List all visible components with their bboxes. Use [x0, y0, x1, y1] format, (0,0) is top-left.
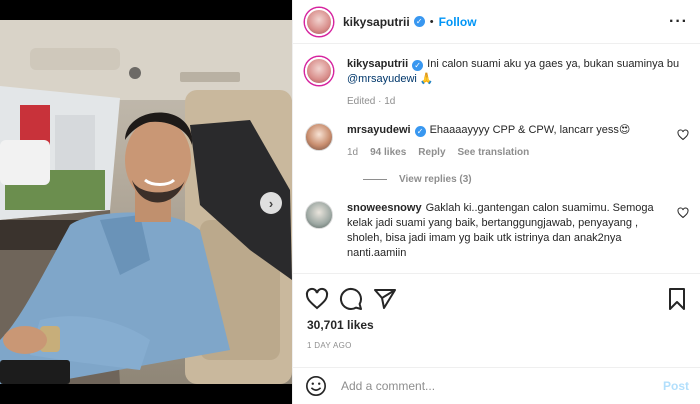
caption-avatar[interactable]: [305, 57, 333, 85]
share-icon[interactable]: [373, 287, 397, 311]
author-username[interactable]: kikysaputrii: [343, 15, 410, 29]
post-comment-button[interactable]: Post: [663, 379, 689, 393]
comment-icon[interactable]: [339, 287, 363, 311]
comment-time: 1d: [347, 147, 359, 158]
add-comment-bar: Post: [293, 367, 700, 403]
see-translation-button[interactable]: See translation: [458, 145, 530, 160]
comment-likes[interactable]: 94 likes: [370, 145, 406, 160]
replies-divider: [363, 179, 387, 180]
next-arrow-icon: ›: [268, 195, 274, 211]
caption-meta: Edited · 1d: [347, 94, 689, 109]
author-avatar[interactable]: [305, 7, 333, 36]
caption-username[interactable]: kikysaputrii: [347, 58, 408, 70]
commenter-avatar[interactable]: [305, 123, 333, 151]
view-replies-label: View replies (3): [399, 174, 472, 185]
more-options-icon[interactable]: ···: [669, 13, 688, 31]
comment-item: mrsayudewi ✓ Ehaaaayyyy CPP & CPW, lancarr…: [305, 123, 689, 160]
emoji-icon[interactable]: [305, 375, 327, 397]
caption-mention-link[interactable]: @mrsayudewi: [347, 73, 417, 85]
heart-icon[interactable]: [677, 207, 689, 219]
post-actions-section: 30,701 likes 1 DAY AGO Post: [293, 273, 700, 403]
heart-icon[interactable]: [305, 287, 329, 311]
car-interior-photo: [0, 20, 292, 384]
comment-input[interactable]: [341, 378, 663, 393]
comment-username[interactable]: snoweesnowy: [347, 202, 422, 214]
post-media: ›: [0, 0, 292, 404]
post-side-panel: kikysaputrii ✓ • Follow ··· kikysaputrii…: [292, 0, 700, 404]
follow-button[interactable]: Follow: [439, 15, 477, 29]
caption-body: kikysaputrii ✓ Ini calon suami aku ya gaes…: [347, 57, 689, 109]
comment-username[interactable]: mrsayudewi: [347, 124, 411, 136]
comment-item: snoweesnowy Gaklah ki..gantengan calon su…: [305, 201, 689, 261]
comment-meta: 1d 94 likes Reply See translation: [347, 145, 667, 160]
post-photo: [0, 20, 292, 384]
comments-list[interactable]: kikysaputrii ✓ Ini calon suami aku ya gaes…: [293, 45, 700, 273]
heart-icon[interactable]: [677, 129, 689, 141]
action-icon-bar: [293, 274, 700, 314]
verified-badge-icon: ✓: [412, 60, 424, 71]
post-date: 1 DAY AGO: [307, 341, 352, 350]
verified-badge-icon: ✓: [414, 126, 426, 137]
caption-suffix: 🙏: [416, 73, 434, 85]
verified-badge-icon: ✓: [413, 16, 425, 27]
comment-body: snoweesnowy Gaklah ki..gantengan calon su…: [347, 201, 667, 261]
reply-button[interactable]: Reply: [418, 145, 445, 160]
caption-text: Ini calon suami aku ya gaes ya, bukan su…: [427, 58, 680, 70]
caption: kikysaputrii ✓ Ini calon suami aku ya gaes…: [305, 57, 689, 109]
next-image-button[interactable]: ›: [260, 192, 282, 214]
comment-text: Ehaaaayyyy CPP & CPW, lancarr yess😍: [429, 124, 631, 136]
comment-body: mrsayudewi ✓ Ehaaaayyyy CPP & CPW, lancarr…: [347, 123, 667, 160]
caption-edited-time: Edited · 1d: [347, 96, 396, 107]
instagram-post: › kikysaputrii ✓ • Follow ··· kikysaputr…: [0, 0, 700, 404]
likes-count[interactable]: 30,701 likes: [293, 314, 700, 332]
view-replies-button[interactable]: View replies (3): [363, 174, 689, 185]
post-header: kikysaputrii ✓ • Follow ···: [293, 0, 700, 44]
commenter-avatar[interactable]: [305, 201, 333, 229]
separator-dot: •: [429, 15, 434, 28]
bookmark-icon[interactable]: [665, 287, 689, 311]
